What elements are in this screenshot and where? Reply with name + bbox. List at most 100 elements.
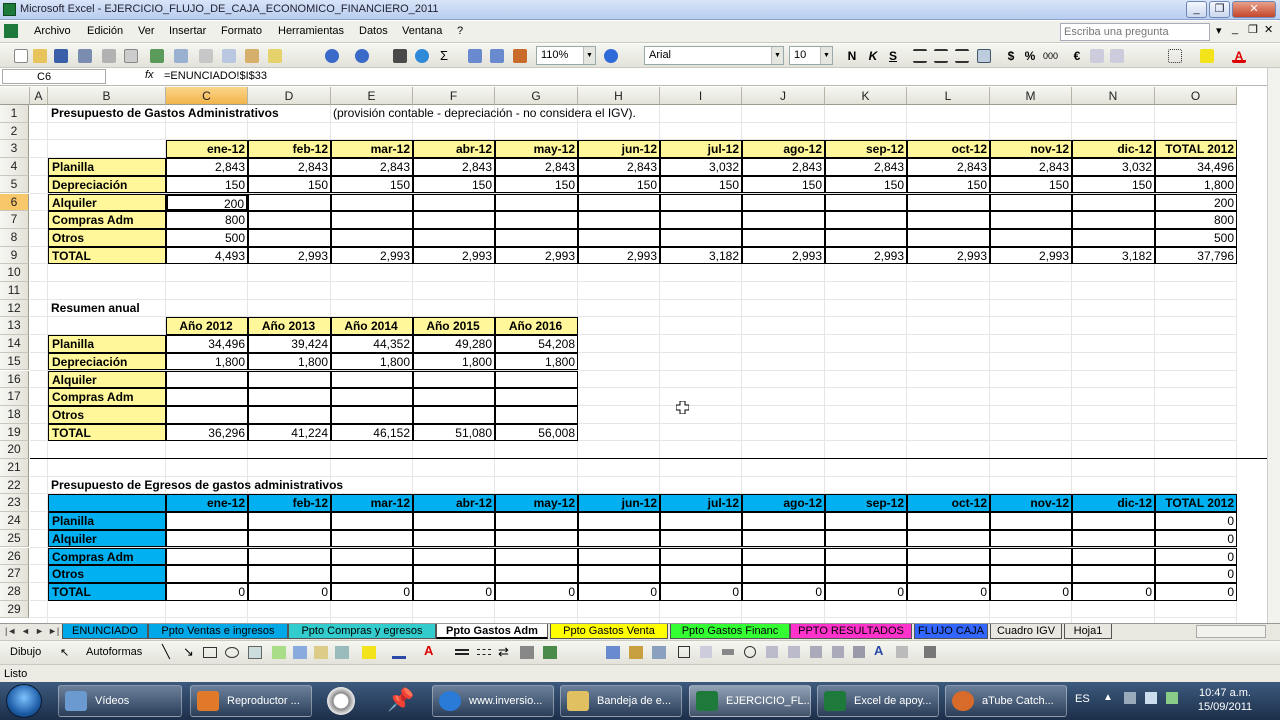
save-icon[interactable] [54, 49, 68, 63]
t1-cell-2-9[interactable] [907, 193, 990, 212]
t1-cell-4-6[interactable] [660, 228, 742, 247]
t1-cell-1-1[interactable]: 150 [248, 175, 331, 194]
clock-app-icon[interactable] [327, 687, 355, 715]
t2-cell-0-2[interactable]: 44,352 [331, 335, 413, 353]
t1-cell-5-12[interactable]: 37,796 [1155, 246, 1237, 265]
t3-cell-3-8[interactable] [825, 565, 907, 583]
t1-cell-2-4[interactable] [495, 193, 578, 212]
help-icon[interactable] [604, 49, 618, 63]
t1-cell-0-8[interactable]: 2,843 [825, 158, 907, 176]
label-control-icon[interactable]: A [874, 643, 883, 658]
t3-cell-0-0[interactable] [166, 512, 248, 530]
t1-cell-0-0[interactable]: 2,843 [166, 158, 248, 176]
t2-cell-3-0[interactable] [166, 388, 248, 406]
menu-help[interactable]: ? [457, 25, 463, 37]
t3-cell-4-1[interactable]: 0 [248, 582, 331, 601]
t1-cell-0-7[interactable]: 2,843 [742, 158, 825, 176]
t3-cell-0-8[interactable] [825, 512, 907, 530]
t3-cell-1-2[interactable] [331, 529, 413, 548]
t1-cell-3-2[interactable] [331, 211, 413, 229]
task-excel-apoyo[interactable]: Excel de apoy... [817, 685, 939, 717]
t1-cell-0-11[interactable]: 3,032 [1072, 158, 1155, 176]
menu-datos[interactable]: Datos [359, 25, 388, 37]
t1-cell-4-9[interactable] [907, 228, 990, 247]
t3-cell-3-0[interactable] [166, 565, 248, 583]
t3-cell-1-5[interactable] [578, 529, 660, 548]
t1-cell-5-7[interactable]: 2,993 [742, 246, 825, 265]
t3-cell-3-4[interactable] [495, 565, 578, 583]
t3-cell-2-3[interactable] [413, 547, 495, 566]
row-header-4[interactable]: 4 [0, 158, 29, 176]
t3-cell-0-9[interactable] [907, 512, 990, 530]
italic-icon[interactable]: K [866, 49, 880, 63]
active-cell-c6[interactable]: 200 [166, 193, 248, 212]
t1-cell-1-4[interactable]: 150 [495, 175, 578, 194]
line-color-icon[interactable] [392, 646, 406, 659]
t1-cell-5-11[interactable]: 3,182 [1072, 246, 1155, 265]
row-header-5[interactable]: 5 [0, 175, 29, 194]
t3-cell-1-10[interactable] [990, 529, 1072, 548]
start-button[interactable] [6, 684, 42, 718]
t1-cell-5-6[interactable]: 3,182 [660, 246, 742, 265]
t1-cell-2-3[interactable] [413, 193, 495, 212]
t3-cell-3-11[interactable] [1072, 565, 1155, 583]
t3-cell-0-11[interactable] [1072, 512, 1155, 530]
t2-cell-0-0[interactable]: 34,496 [166, 335, 248, 353]
column-header-o[interactable]: O [1155, 87, 1237, 105]
task-atube[interactable]: aTube Catch... [945, 685, 1067, 717]
column-header-j[interactable]: J [742, 87, 825, 105]
t3-cell-2-11[interactable] [1072, 547, 1155, 566]
wordart-icon[interactable] [272, 646, 286, 659]
vertical-scrollbar[interactable] [1267, 68, 1280, 624]
t3-cell-3-12[interactable]: 0 [1155, 565, 1237, 583]
row-header-1[interactable]: 1 [0, 105, 29, 123]
row-header-23[interactable]: 23 [0, 494, 29, 513]
clock[interactable]: 10:47 a.m. 15/09/2011 [1190, 686, 1260, 714]
t3-cell-2-7[interactable] [742, 547, 825, 566]
t1-cell-1-3[interactable]: 150 [413, 175, 495, 194]
t2-cell-0-1[interactable]: 39,424 [248, 335, 331, 353]
t2-cell-4-0[interactable] [166, 405, 248, 424]
t1-cell-0-4[interactable]: 2,843 [495, 158, 578, 176]
decrease-decimal-icon[interactable] [1110, 49, 1124, 63]
t1-cell-0-2[interactable]: 2,843 [331, 158, 413, 176]
t1-cell-3-10[interactable] [990, 211, 1072, 229]
sheet-tab-6[interactable]: PPTO RESULTADOS [790, 624, 912, 639]
sort-asc-icon[interactable] [468, 49, 482, 63]
t1-cell-5-2[interactable]: 2,993 [331, 246, 413, 265]
menu-ventana[interactable]: Ventana [402, 25, 442, 37]
sheet-tab-0[interactable]: ENUNCIADO [62, 624, 148, 639]
sheet-tab-1[interactable]: Ppto Ventas e ingresos [148, 624, 288, 639]
t1-cell-0-5[interactable]: 2,843 [578, 158, 660, 176]
t3-cell-4-8[interactable]: 0 [825, 582, 907, 601]
menu-edicion[interactable]: Edición [87, 25, 123, 37]
t1-cell-0-10[interactable]: 2,843 [990, 158, 1072, 176]
row-header-17[interactable]: 17 [0, 388, 29, 406]
t1-cell-3-1[interactable] [248, 211, 331, 229]
row-header-12[interactable]: 12 [0, 299, 29, 318]
language-indicator[interactable]: ES [1075, 693, 1090, 705]
merge-center-icon[interactable] [977, 49, 991, 63]
t2-cell-4-4[interactable] [495, 405, 578, 424]
row-header-9[interactable]: 9 [0, 246, 29, 265]
prev-sheet-icon[interactable]: ◄ [21, 626, 30, 636]
t1-cell-1-10[interactable]: 150 [990, 175, 1072, 194]
t2-cell-1-2[interactable]: 1,800 [331, 352, 413, 371]
t3-cell-1-3[interactable] [413, 529, 495, 548]
fill-bucket-icon[interactable] [362, 646, 376, 659]
column-header-f[interactable]: F [413, 87, 495, 105]
t2-cell-0-3[interactable]: 49,280 [413, 335, 495, 353]
t2-cell-4-2[interactable] [331, 405, 413, 424]
line-style-icon[interactable] [455, 649, 469, 655]
arrow-style-icon[interactable]: ⇄ [498, 644, 509, 660]
t3-cell-4-6[interactable]: 0 [660, 582, 742, 601]
t3-cell-3-9[interactable] [907, 565, 990, 583]
t1-cell-5-8[interactable]: 2,993 [825, 246, 907, 265]
t3-cell-4-11[interactable]: 0 [1072, 582, 1155, 601]
t1-cell-4-4[interactable] [495, 228, 578, 247]
t1-cell-3-8[interactable] [825, 211, 907, 229]
image-control-icon[interactable] [853, 646, 865, 658]
t2-cell-2-2[interactable] [331, 370, 413, 389]
worksheet-grid[interactable]: A B C D E F G H I J K L M N O 1 2 3 4 5 6 7 8 9 10 11 12 13 14 15 16 17… [0, 87, 1267, 623]
t3-cell-3-5[interactable] [578, 565, 660, 583]
